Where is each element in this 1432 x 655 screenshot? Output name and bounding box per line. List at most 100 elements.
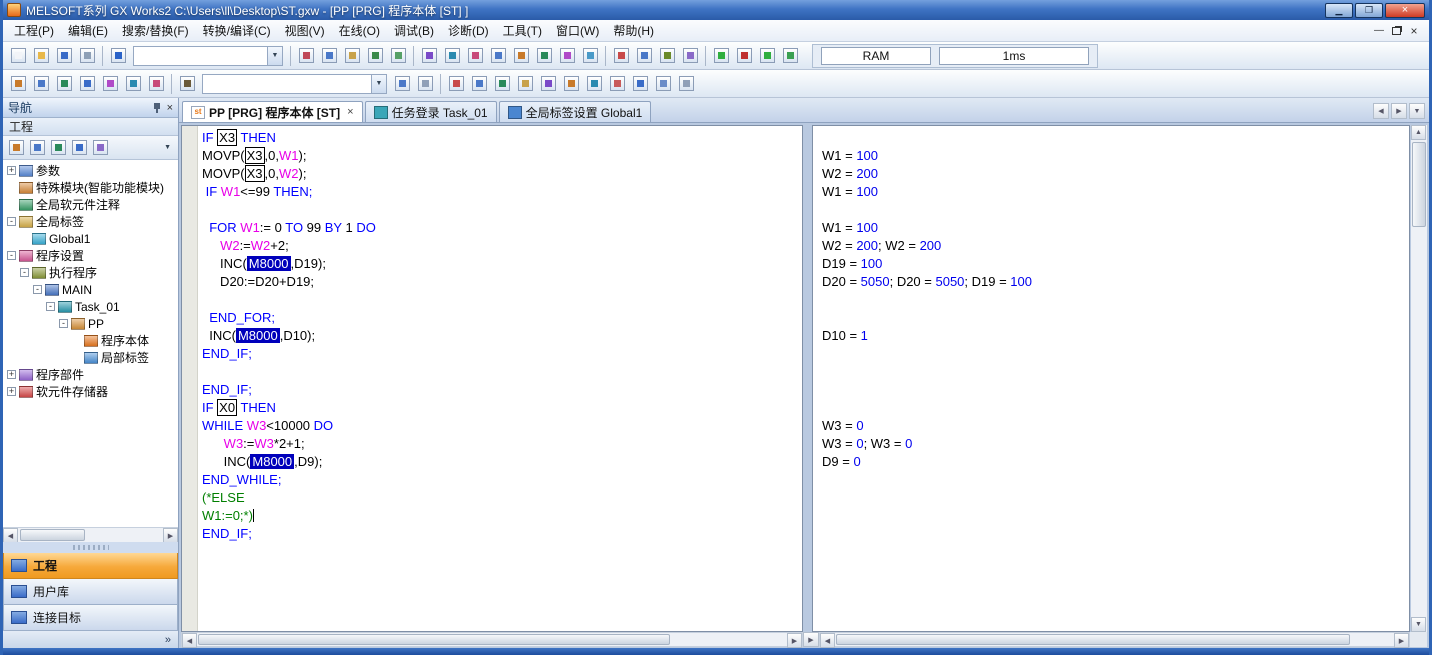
device-test-on-icon[interactable] [445,73,467,95]
tree-item-global-label[interactable]: -全局标签 [3,213,178,230]
undo-icon[interactable] [364,45,386,67]
zoom-in-icon[interactable] [629,73,651,95]
menu-project[interactable]: 工程(P) [7,19,61,42]
statement-icon[interactable] [533,45,555,67]
tree-collapse-icon[interactable]: - [20,268,29,277]
restore-button[interactable]: ❒ [1355,3,1383,18]
st-edit-icon[interactable] [487,45,509,67]
scroll-left-icon[interactable]: ◀ [820,633,835,648]
tree-item-parameter[interactable]: +参数 [3,162,178,179]
watch-window-icon[interactable] [583,73,605,95]
tab-program-body[interactable]: stPP [PRG] 程序本体 [ST]× [182,101,363,122]
filter-icon[interactable] [90,138,110,158]
write-to-plc-icon[interactable] [610,45,632,67]
watch-pane-horizontal-scrollbar[interactable]: ◀ ▶ [819,632,1410,647]
output-window-icon[interactable] [53,73,75,95]
watch-register-icon[interactable] [145,73,167,95]
tree-item-program-setting[interactable]: -程序设置 [3,247,178,264]
convert-all-icon[interactable] [441,45,463,67]
zoom-out-icon[interactable] [652,73,674,95]
redo-icon[interactable] [387,45,409,67]
device-test-off-icon[interactable] [468,73,490,95]
program-selector-combo-dropdown-icon[interactable]: ▼ [267,47,282,65]
monitor-value-pane[interactable]: W1 = 100W2 = 200W1 = 100 W1 = 100W2 = 20… [812,125,1410,632]
vertical-scrollbar[interactable]: ▲ ▼ [1411,125,1427,632]
menu-find-replace[interactable]: 搜索/替换(F) [115,19,196,42]
information-icon[interactable] [69,138,89,158]
tree-collapse-icon[interactable]: - [7,217,16,226]
scroll-right-icon[interactable]: ▶ [163,528,178,543]
sidebar-splitter-grip[interactable] [3,542,178,553]
scrollbar-thumb[interactable] [198,634,670,645]
data-security-icon[interactable] [48,138,68,158]
tree-item-device-memory[interactable]: +软元件存储器 [3,383,178,400]
project-tree-view-icon[interactable] [6,138,26,158]
start-monitor-icon[interactable] [710,45,732,67]
tree-item-global1[interactable]: Global1 [3,230,178,247]
cross-reference-icon[interactable] [579,45,601,67]
element-selection-window-icon[interactable] [30,73,52,95]
pin-icon[interactable] [152,102,162,113]
more-views-icon[interactable]: » [165,634,171,646]
forced-input-output-icon[interactable] [491,73,513,95]
tree-expand-icon[interactable]: + [7,370,16,379]
find-icon[interactable] [176,73,198,95]
scroll-tabs-left-icon[interactable]: ◀ [1373,103,1389,119]
device-batch-monitor-icon[interactable] [122,73,144,95]
program-selector-combo[interactable]: ▼ [133,46,283,66]
skip-execution-icon[interactable] [514,73,536,95]
save-project-icon[interactable] [53,45,75,67]
menu-convert-compile[interactable]: 转换/编译(C) [196,19,278,42]
run-icon[interactable] [756,45,778,67]
navigation-close-icon[interactable]: × [167,102,173,114]
view-button-project[interactable]: 工程 [3,553,178,579]
tab-list-icon[interactable]: ▼ [1409,103,1425,119]
verify-with-plc-icon[interactable] [656,45,678,67]
scrollbar-track[interactable] [835,633,1394,646]
ladder-edit-icon[interactable] [464,45,486,67]
scroll-left-icon[interactable]: ◀ [182,633,197,648]
menu-online[interactable]: 在线(O) [332,19,387,42]
close-button[interactable]: × [1385,3,1425,18]
sort-icon[interactable] [27,138,47,158]
print-icon[interactable] [76,45,98,67]
menu-tool[interactable]: 工具(T) [496,19,549,42]
title-bar[interactable]: MELSOFT系列 GX Works2 C:\Users\ll\Desktop\… [3,0,1429,20]
mdi-restore-icon[interactable] [1392,27,1401,35]
tree-expand-icon[interactable]: + [7,387,16,396]
search-options-icon[interactable] [414,73,436,95]
tree-item-pp[interactable]: -PP [3,315,178,332]
tab-global1[interactable]: 全局标签设置 Global1 [499,101,652,122]
menu-debug[interactable]: 调试(B) [387,19,441,42]
open-project-icon[interactable] [30,45,52,67]
tree-item-task-01[interactable]: -Task_01 [3,298,178,315]
navigation-window-icon[interactable] [7,73,29,95]
stop-monitor-icon[interactable] [733,45,755,67]
copy-icon[interactable] [318,45,340,67]
scroll-down-icon[interactable]: ▼ [1411,617,1426,632]
find-string-combo[interactable]: ▼ [202,74,387,94]
scrollbar-track[interactable] [18,528,163,542]
remote-operation-icon[interactable] [679,45,701,67]
st-code-pane[interactable]: IF X3 THENMOVP(X3,0,W1);MOVP(X3,0,W2); I… [181,125,803,632]
tree-item-main[interactable]: -MAIN [3,281,178,298]
view-button-user-library[interactable]: 用户库 [3,579,178,605]
scroll-tabs-right-icon[interactable]: ▶ [1391,103,1407,119]
tree-item-program-parts[interactable]: +程序部件 [3,366,178,383]
find-string-combo-dropdown-icon[interactable]: ▼ [371,75,386,93]
note-icon[interactable] [556,45,578,67]
scrollbar-thumb[interactable] [836,634,1350,645]
break-setting-icon[interactable] [560,73,582,95]
sidebar-horizontal-scrollbar[interactable]: ◀ ▶ [3,527,178,542]
convert-icon[interactable] [418,45,440,67]
scroll-right-icon[interactable]: ▶ [1394,633,1409,648]
pane-splitter[interactable] [803,125,812,632]
tree-expand-icon[interactable]: + [7,166,16,175]
pane-next-icon[interactable]: ▶ [803,632,819,647]
menu-view[interactable]: 视图(V) [278,19,332,42]
tree-item-execution-program[interactable]: -执行程序 [3,264,178,281]
help-icon[interactable] [107,45,129,67]
step-execution-icon[interactable] [537,73,559,95]
scrollbar-thumb[interactable] [20,529,85,541]
toolbar-overflow-icon[interactable] [675,73,697,95]
